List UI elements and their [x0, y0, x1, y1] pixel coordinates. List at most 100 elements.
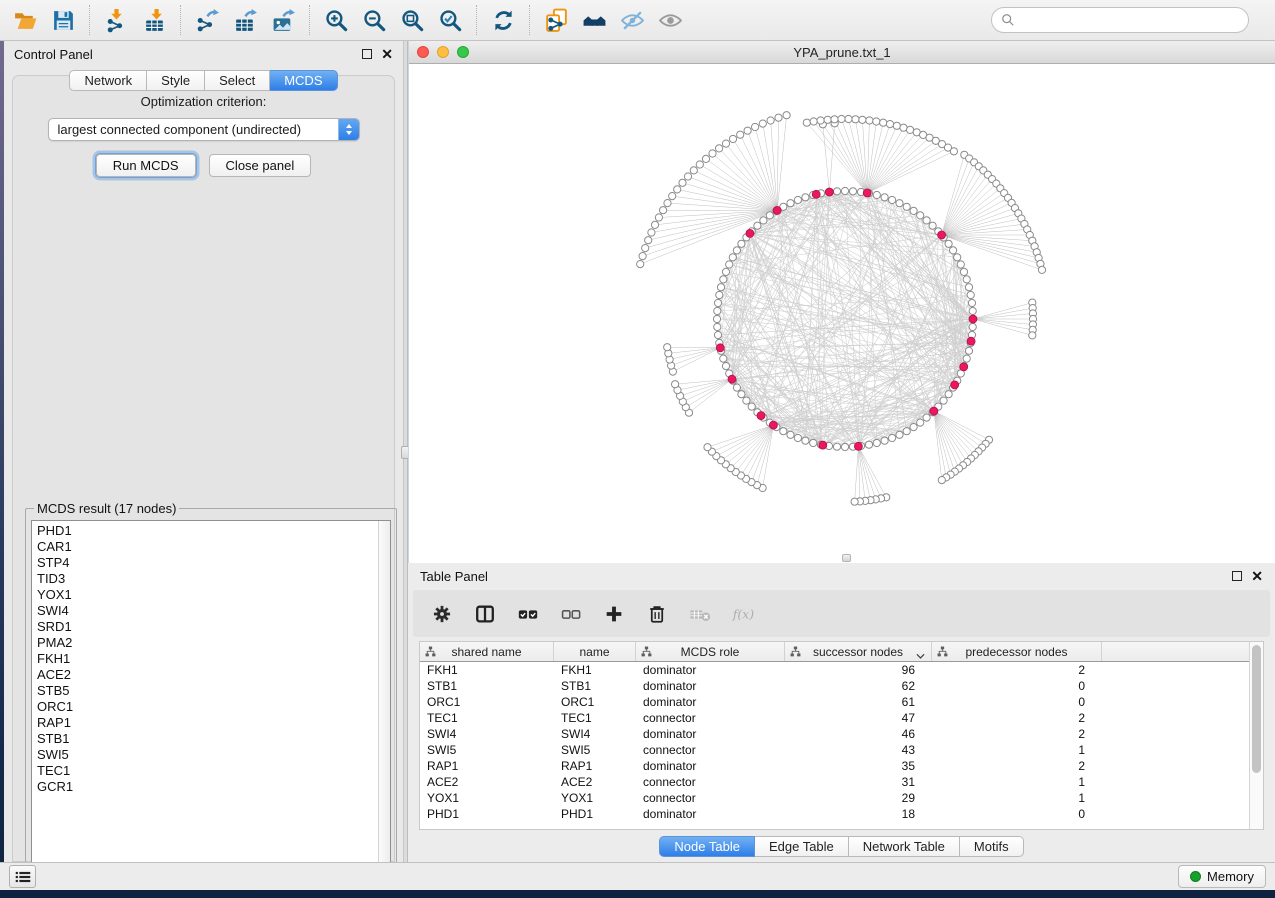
column-header-shared-name[interactable]: shared name — [420, 642, 554, 661]
mcds-result-item[interactable]: ORC1 — [37, 699, 378, 715]
tab-style[interactable]: Style — [147, 70, 205, 91]
save-icon[interactable] — [46, 5, 80, 35]
export-image-icon[interactable] — [266, 5, 300, 35]
import-network-icon[interactable] — [99, 5, 133, 35]
table-row[interactable]: TEC1TEC1connector472 — [420, 710, 1249, 726]
tab-mcds[interactable]: MCDS — [270, 70, 337, 91]
refresh-icon[interactable] — [486, 5, 520, 35]
delete-column-disabled-icon — [687, 601, 713, 627]
tab-edge-table[interactable]: Edge Table — [755, 836, 849, 857]
close-table-panel-icon[interactable]: ✕ — [1251, 571, 1263, 581]
mcds-result-item[interactable]: CAR1 — [37, 539, 378, 555]
export-table-icon[interactable] — [228, 5, 262, 35]
table-scrollbar-thumb[interactable] — [1252, 645, 1261, 773]
network-canvas[interactable] — [409, 64, 1275, 563]
search-input[interactable] — [1015, 13, 1248, 28]
column-header-predecessor-nodes[interactable]: predecessor nodes — [932, 642, 1102, 661]
cell-shared-name: ACE2 — [420, 775, 554, 789]
table-row[interactable]: SWI5SWI5connector431 — [420, 742, 1249, 758]
control-panel-tabs: NetworkStyleSelectMCDS — [4, 70, 403, 91]
table-panel-titlebar: Table Panel ✕ — [408, 563, 1275, 589]
network-window-titlebar[interactable]: YPA_prune.txt_1 — [409, 41, 1275, 64]
zoom-out-icon[interactable] — [357, 5, 391, 35]
tab-node-table[interactable]: Node Table — [659, 836, 755, 857]
close-panel-icon[interactable]: ✕ — [381, 49, 393, 59]
table-row[interactable]: STB1STB1dominator620 — [420, 678, 1249, 694]
tab-select[interactable]: Select — [205, 70, 270, 91]
table-row[interactable]: RAP1RAP1dominator352 — [420, 758, 1249, 774]
mcds-result-item[interactable]: SWI5 — [37, 747, 378, 763]
optimization-criterion-select[interactable]: largest connected component (undirected) — [48, 118, 360, 141]
table-row[interactable]: ORC1ORC1dominator610 — [420, 694, 1249, 710]
mcds-result-item[interactable]: TID3 — [37, 571, 378, 587]
mcds-result-item[interactable]: YOX1 — [37, 587, 378, 603]
mcds-result-item[interactable]: SRD1 — [37, 619, 378, 635]
import-table-icon[interactable] — [137, 5, 171, 35]
deselect-all-icon[interactable] — [558, 601, 584, 627]
table-row[interactable]: SWI4SWI4dominator462 — [420, 726, 1249, 742]
add-row-icon[interactable] — [601, 601, 627, 627]
mcds-result-item[interactable]: TEC1 — [37, 763, 378, 779]
mcds-result-list[interactable]: PHD1CAR1STP4TID3YOX1SWI4SRD1PMA2FKH1ACE2… — [31, 520, 391, 864]
float-table-panel-icon[interactable] — [1232, 571, 1242, 581]
mcds-result-item[interactable]: GCR1 — [37, 779, 378, 795]
search-icon — [1001, 13, 1015, 27]
table-scrollbar[interactable] — [1249, 642, 1263, 829]
table-row[interactable]: PHD1PHD1dominator180 — [420, 806, 1249, 822]
settings-gear-icon[interactable] — [429, 601, 455, 627]
delete-row-icon[interactable] — [644, 601, 670, 627]
tab-network[interactable]: Network — [69, 70, 147, 91]
mcds-result-item[interactable]: RAP1 — [37, 715, 378, 731]
mcds-result-item[interactable]: STB5 — [37, 683, 378, 699]
cell-name: ACE2 — [554, 775, 636, 789]
mcds-list-scrollbar[interactable] — [378, 521, 390, 863]
mcds-result-item[interactable]: PMA2 — [37, 635, 378, 651]
duplicate-network-icon[interactable] — [539, 5, 573, 35]
close-panel-button[interactable]: Close panel — [209, 154, 312, 177]
list-icon — [15, 870, 31, 884]
toolbar-divider — [180, 5, 181, 35]
cell-name: STB1 — [554, 679, 636, 693]
mcds-result-item[interactable]: SWI4 — [37, 603, 378, 619]
run-mcds-button[interactable]: Run MCDS — [96, 154, 196, 177]
mcds-result-item[interactable]: STB1 — [37, 731, 378, 747]
tab-network-table[interactable]: Network Table — [849, 836, 960, 857]
export-network-icon[interactable] — [190, 5, 224, 35]
tab-motifs[interactable]: Motifs — [960, 836, 1024, 857]
binoculars-icon[interactable] — [577, 5, 611, 35]
mcds-result-item[interactable]: PHD1 — [37, 523, 378, 539]
cell-successor-nodes: 29 — [785, 791, 932, 805]
zoom-in-icon[interactable] — [319, 5, 353, 35]
hide-selected-icon[interactable] — [615, 5, 649, 35]
column-header-successor-nodes[interactable]: successor nodes — [785, 642, 932, 661]
search-field[interactable] — [991, 7, 1249, 33]
select-all-icon[interactable] — [515, 601, 541, 627]
show-all-icon[interactable] — [653, 5, 687, 35]
cell-MCDS-role: connector — [636, 711, 785, 725]
columns-icon[interactable] — [472, 601, 498, 627]
mcds-result-item[interactable]: STP4 — [37, 555, 378, 571]
zoom-selected-icon[interactable] — [433, 5, 467, 35]
cell-shared-name: YOX1 — [420, 791, 554, 805]
table-type-tabs: Node TableEdge TableNetwork TableMotifs — [408, 836, 1275, 857]
column-header-MCDS-role[interactable]: MCDS role — [636, 642, 785, 661]
table-row[interactable]: ACE2ACE2connector311 — [420, 774, 1249, 790]
horizontal-splitter-grip[interactable] — [842, 554, 851, 562]
memory-button[interactable]: Memory — [1178, 865, 1266, 888]
table-panel-title: Table Panel — [420, 569, 488, 584]
zoom-fit-icon[interactable] — [395, 5, 429, 35]
svg-text:f(x): f(x) — [732, 606, 754, 621]
table-row[interactable]: FKH1FKH1dominator962 — [420, 662, 1249, 678]
table-row[interactable]: YOX1YOX1connector291 — [420, 790, 1249, 806]
sort-desc-icon[interactable] — [916, 649, 925, 655]
open-icon[interactable] — [8, 5, 42, 35]
column-header-name[interactable]: name — [554, 642, 636, 661]
float-panel-icon[interactable] — [362, 49, 372, 59]
mcds-result-item[interactable]: FKH1 — [37, 651, 378, 667]
cell-predecessor-nodes: 2 — [932, 663, 1102, 677]
control-panel-titlebar: Control Panel ✕ — [4, 41, 403, 67]
mcds-result-item[interactable]: ACE2 — [37, 667, 378, 683]
table-header-row: shared namenameMCDS rolesuccessor nodesp… — [420, 642, 1249, 662]
network-graph[interactable] — [409, 64, 1275, 562]
task-history-button[interactable] — [9, 865, 36, 888]
